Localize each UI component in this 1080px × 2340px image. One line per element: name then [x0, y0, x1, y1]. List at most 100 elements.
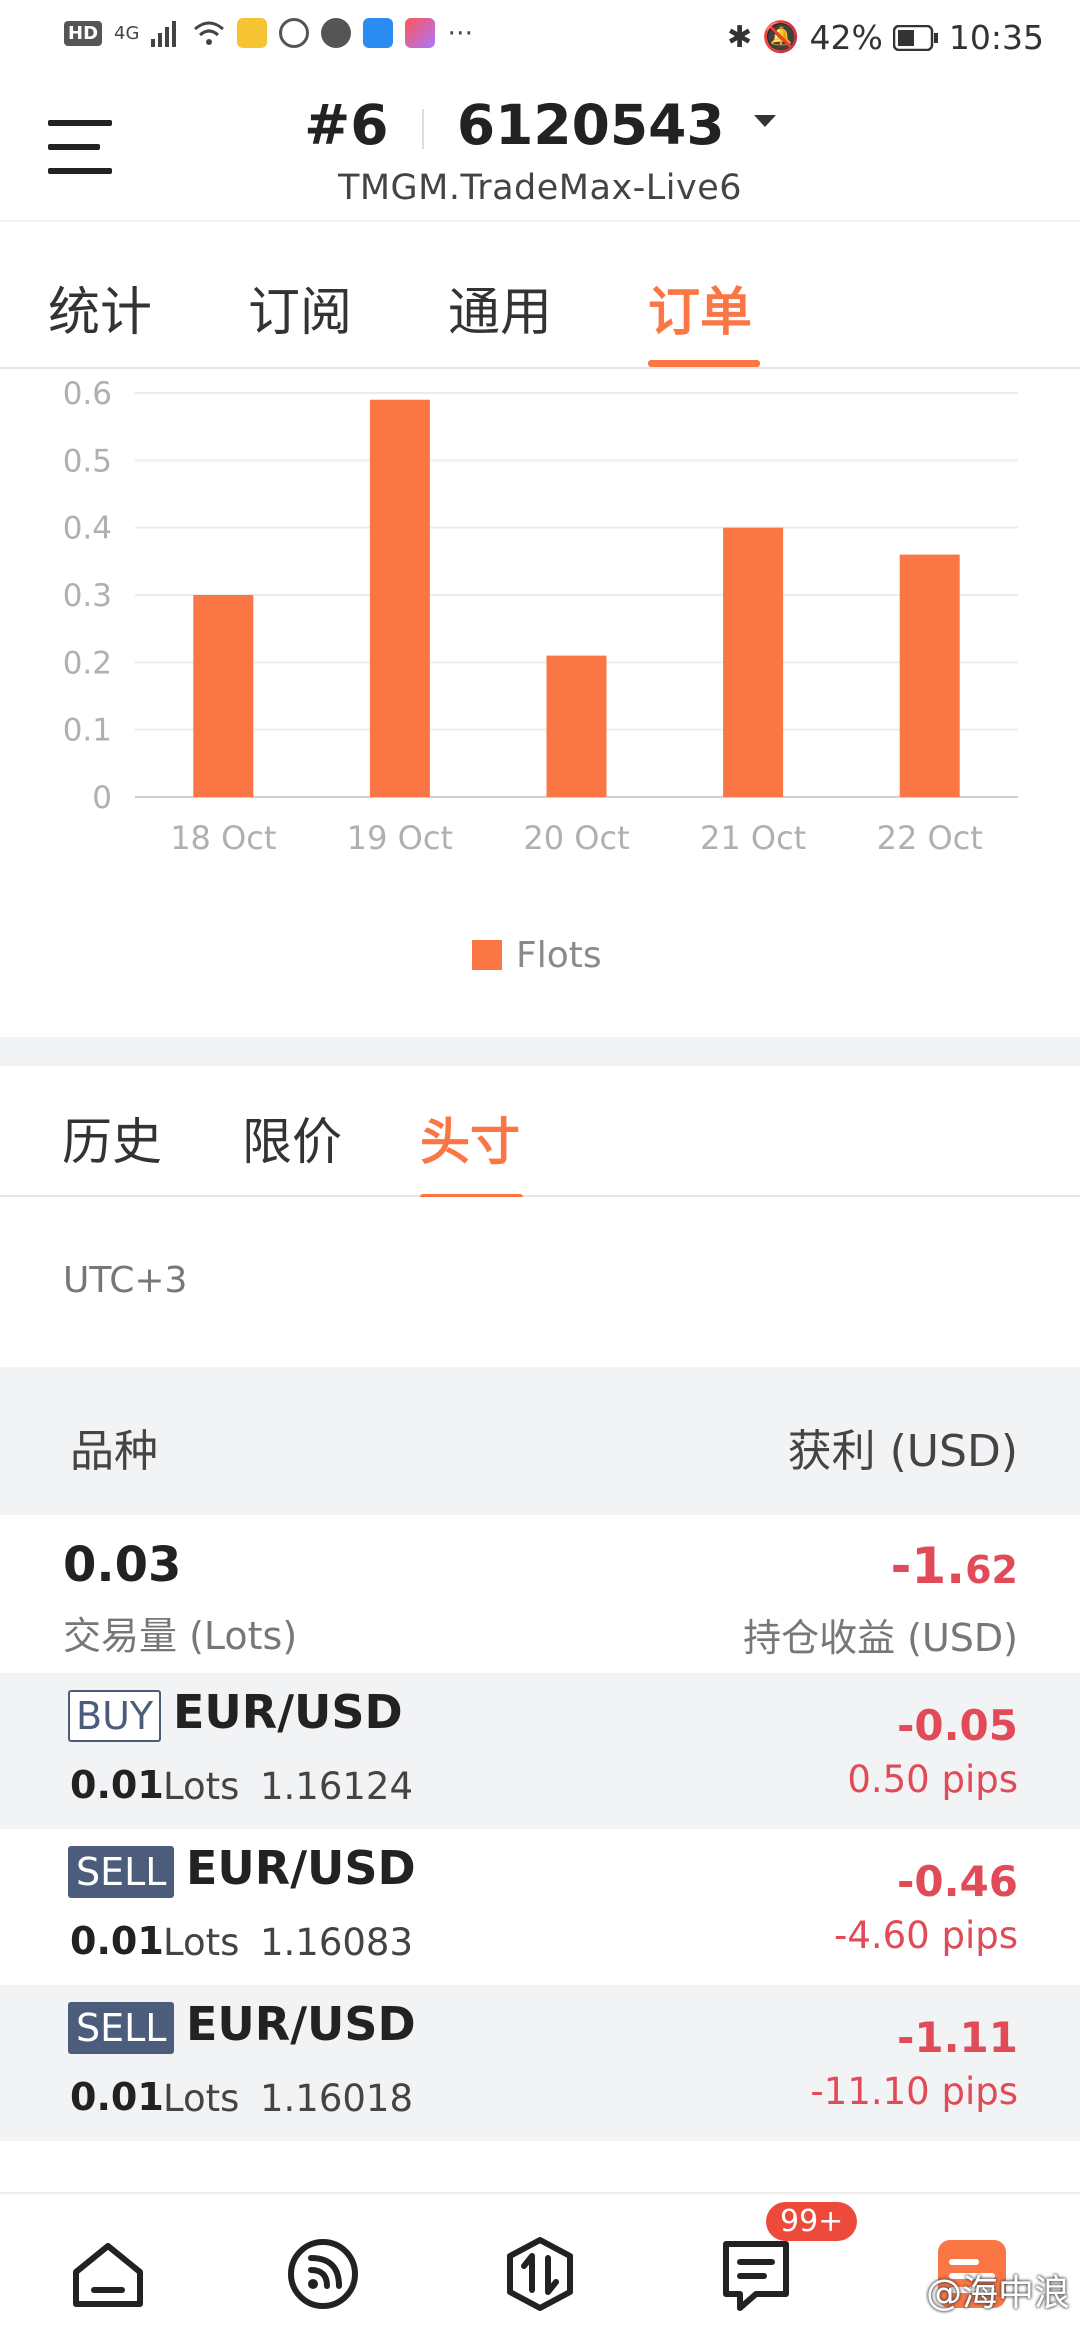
side-badge: SELL	[68, 1846, 175, 1898]
timezone-label: UTC+3	[63, 1260, 188, 1301]
active-tab-indicator	[648, 360, 760, 367]
position-open-price: 1.16124	[260, 1765, 414, 1808]
position-open-price: 1.16083	[260, 1921, 414, 1964]
trade-icon[interactable]	[500, 2234, 580, 2314]
home-icon[interactable]	[68, 2234, 148, 2314]
bar	[369, 399, 430, 797]
clock: 10:35	[948, 18, 1044, 57]
side-badge: SELL	[68, 2002, 175, 2054]
watermark: @海中浪	[925, 2273, 1070, 2314]
position-symbol: EUR/USD	[186, 1841, 416, 1895]
position-row[interactable]: SELL EUR/USD 0.01 Lots 1.16018 -1.11 -11…	[0, 1985, 1080, 2141]
tab-general[interactable]: 通用	[448, 270, 552, 345]
x-tick-label: 18 Oct	[170, 819, 276, 857]
account-divider	[421, 108, 424, 149]
signal-icon	[151, 21, 177, 47]
table-header: 品种 获利 (USD)	[0, 1367, 1080, 1515]
position-profit: -0.05	[896, 1701, 1018, 1750]
x-tick-label: 19 Oct	[347, 819, 453, 857]
app-header: #6 6120543 TMGM.TradeMax-Live6	[0, 75, 1080, 220]
server-name: TMGM.TradeMax-Live6	[337, 168, 743, 208]
mute-icon: 🔕	[762, 20, 800, 55]
position-open-price: 1.16018	[260, 2077, 414, 2120]
y-tick-label: 0.6	[63, 376, 112, 412]
total-volume-label: 交易量 (Lots)	[63, 1614, 298, 1658]
tab-history[interactable]: 历史	[62, 1102, 162, 1174]
position-lots-label: Lots	[163, 1921, 240, 1964]
column-symbol: 品种	[70, 1426, 158, 1477]
floating-pnl-int: -1.	[890, 1537, 966, 1595]
position-pips: 0.50 pips	[847, 1758, 1018, 1801]
bar	[899, 554, 960, 797]
wechat-icon	[279, 18, 310, 48]
position-lots-label: Lots	[163, 2077, 240, 2120]
positions-summary: 0.03 交易量 (Lots) -1.62 持仓收益 (USD)	[0, 1515, 1080, 1673]
y-tick-label: 0	[92, 780, 112, 816]
account-selector[interactable]: #6 6120543	[0, 93, 1080, 157]
top-tabs: 统计 订阅 通用 订单	[0, 222, 1080, 369]
browser-icon	[321, 18, 352, 48]
position-profit: -0.46	[896, 1857, 1018, 1906]
flots-bar-chart: 0 0.1 0.2 0.3 0.4 0.5 0.6 18 Oct 19 Oct 20 Oct 21 …	[63, 376, 1018, 976]
y-tick-label: 0.2	[63, 645, 112, 681]
y-tick-label: 0.5	[63, 443, 112, 479]
timezone-row: UTC+3	[0, 1197, 1080, 1367]
status-bar: HD 4G ⋯ ✱ 🔕 42% 10:35	[0, 0, 1080, 75]
bottom-nav	[0, 2192, 1080, 2340]
feed-icon[interactable]	[283, 2234, 363, 2314]
side-badge: BUY	[68, 1690, 162, 1742]
account-number: 6120543	[456, 93, 725, 157]
position-volume: 0.01	[70, 1763, 164, 1807]
network-label: 4G	[114, 22, 140, 44]
position-symbol: EUR/USD	[173, 1685, 403, 1739]
messages-icon[interactable]	[716, 2234, 796, 2314]
status-right: ✱ 🔕 42% 10:35	[727, 18, 1044, 57]
legend-swatch	[472, 940, 502, 970]
x-tick-label: 20 Oct	[523, 819, 629, 857]
x-tick-label: 22 Oct	[877, 819, 983, 857]
account-prefix: #6	[304, 93, 389, 157]
app-arrow-icon	[363, 18, 394, 48]
x-tick-label: 21 Oct	[700, 819, 806, 857]
tab-statistics[interactable]: 统计	[48, 270, 152, 345]
chart-card: 0 0.1 0.2 0.3 0.4 0.5 0.6 18 Oct 19 Oct 20 Oct 21 …	[0, 369, 1080, 1037]
wifi-icon	[194, 21, 225, 45]
mail-app-icon	[237, 18, 268, 48]
y-tick-label: 0.1	[63, 713, 112, 749]
position-symbol: EUR/USD	[186, 1997, 416, 2051]
position-volume: 0.01	[70, 2075, 164, 2119]
app-gradient-icon	[405, 18, 436, 48]
tab-limit[interactable]: 限价	[242, 1102, 342, 1174]
floating-pnl: -1.62	[891, 1537, 1018, 1595]
bar	[723, 527, 784, 797]
y-tick-label: 0.3	[63, 578, 112, 614]
sub-tabs: 历史 限价 头寸	[0, 1066, 1080, 1201]
dropdown-caret-icon	[753, 114, 776, 127]
position-profit: -1.11	[896, 2013, 1018, 2062]
total-volume: 0.03	[63, 1537, 182, 1593]
tab-subscribe[interactable]: 订阅	[248, 270, 352, 345]
y-tick-label: 0.4	[63, 511, 112, 547]
status-left-icons: HD 4G ⋯	[64, 18, 473, 48]
position-row[interactable]: BUY EUR/USD 0.01 Lots 1.16124 -0.05 0.50…	[0, 1673, 1080, 1829]
tab-positions[interactable]: 头寸	[420, 1102, 520, 1174]
tab-orders[interactable]: 订单	[648, 270, 752, 345]
position-row[interactable]: SELL EUR/USD 0.01 Lots 1.16083 -0.46 -4.…	[0, 1829, 1080, 1985]
position-lots-label: Lots	[163, 1765, 240, 1808]
floating-pnl-dec: 62	[965, 1548, 1018, 1592]
battery-icon	[892, 24, 938, 51]
legend-label: Flots	[516, 935, 602, 976]
bluetooth-icon: ✱	[727, 20, 753, 55]
messages-badge: 99+	[766, 2202, 858, 2241]
floating-pnl-label: 持仓收益 (USD)	[743, 1616, 1018, 1660]
list-footer-space	[0, 2141, 1080, 2192]
bar	[546, 655, 607, 797]
position-volume: 0.01	[70, 1919, 164, 1963]
column-profit: 获利 (USD)	[787, 1426, 1018, 1477]
battery-percent: 42%	[809, 18, 883, 57]
position-pips: -11.10 pips	[810, 2070, 1018, 2113]
position-pips: -4.60 pips	[833, 1914, 1018, 1957]
more-notifications-icon: ⋯	[447, 18, 474, 48]
hd-icon: HD	[64, 20, 103, 46]
bar	[193, 595, 254, 797]
